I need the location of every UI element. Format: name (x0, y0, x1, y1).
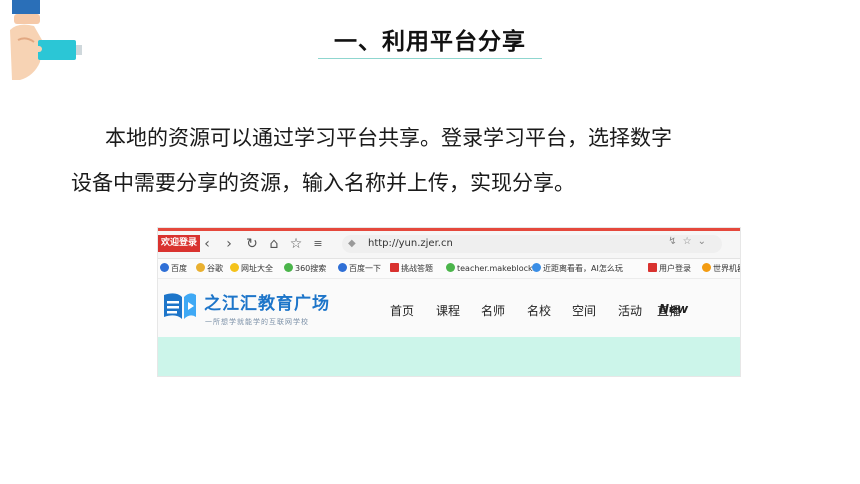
body-line-2: 设备中需要分享的资源，输入名称并上传，实现分享。 (71, 171, 575, 195)
address-bar[interactable]: ◆ http://yun.zjer.cn ↯☆⌄ (342, 235, 722, 253)
nav-teachers[interactable]: 名师 (481, 302, 505, 319)
bookmark-item[interactable]: 360搜索 (284, 262, 326, 275)
site-badge[interactable]: 欢迎登录 (158, 235, 201, 252)
back-arrow-icon[interactable]: ‹ (198, 235, 216, 253)
forward-arrow-icon[interactable]: › (220, 235, 238, 253)
bookmark-item[interactable]: teacher.makeblock.c (446, 262, 540, 275)
bookmark-item[interactable]: 挑战答题 (390, 262, 433, 275)
refresh-icon[interactable]: ↻ (243, 235, 261, 253)
globe-icon (446, 263, 455, 272)
zjer-logo-icon[interactable] (162, 291, 198, 325)
browser-screenshot: 欢迎登录 ‹ › ↻ ⌂ ☆ ≡ ◆ http://yun.zjer.cn ↯☆… (157, 227, 741, 377)
bookmark-item[interactable]: 用户登录 (648, 262, 691, 275)
body-text: 本地的资源可以通过学习平台共享。登录学习平台，选择数字 设备中需要分享的资源，输… (71, 116, 796, 206)
globe-icon (230, 263, 239, 272)
search-icon (284, 263, 293, 272)
flag-icon (390, 263, 399, 272)
slide-title: 一、利用平台分享 (334, 29, 526, 55)
title-underline (318, 58, 542, 59)
bookmark-star-icon[interactable]: ☆ (287, 235, 305, 253)
url-text: http://yun.zjer.cn (368, 238, 453, 249)
nav-space[interactable]: 空间 (572, 302, 596, 319)
site-banner (158, 337, 740, 376)
bookmark-item[interactable]: 谷歌 (196, 262, 223, 275)
paw-icon (338, 263, 347, 272)
home-icon[interactable]: ⌂ (265, 235, 283, 253)
bookmark-item[interactable]: 网址大全 (230, 262, 273, 275)
body-line-1: 本地的资源可以通过学习平台共享。登录学习平台，选择数字 (105, 126, 672, 150)
bookmark-item[interactable]: 百度一下 (338, 262, 381, 275)
browser-toolbar: 欢迎登录 ‹ › ↻ ⌂ ☆ ≡ ◆ http://yun.zjer.cn ↯☆… (158, 231, 740, 259)
nav-home[interactable]: 首页 (390, 302, 414, 319)
bookmark-item[interactable]: 世界机器 (702, 262, 740, 275)
site-name[interactable]: 之江汇教育广场 (204, 289, 330, 314)
nav-courses[interactable]: 课程 (436, 302, 460, 319)
bookmark-item[interactable]: 百度 (160, 262, 187, 275)
site-header: 之江汇教育广场 一所想学就能学的互联网学校 首页 课程 名师 名校 空间 活动 … (158, 279, 740, 337)
flag-icon (648, 263, 657, 272)
lightning-icon[interactable]: ↯ (668, 236, 682, 247)
new-badge: New (659, 302, 689, 316)
bookmarks-bar: 百度 谷歌 网址大全 360搜索 百度一下 挑战答题 teacher.makeb… (158, 259, 740, 279)
bookmark-list-icon[interactable]: ≡ (309, 235, 327, 253)
globe-icon (702, 263, 711, 272)
shield-icon: ◆ (348, 238, 356, 249)
nav-schools[interactable]: 名校 (527, 302, 551, 319)
site-slogan: 一所想学就能学的互联网学校 (205, 318, 309, 326)
bookmark-item[interactable]: 近距离看看，AI怎么玩 (532, 262, 623, 275)
nav-activities[interactable]: 活动 (618, 302, 642, 319)
globe-icon (196, 263, 205, 272)
chevron-down-icon[interactable]: ⌄ (698, 236, 712, 247)
star-icon[interactable]: ☆ (683, 236, 698, 247)
paw-icon (160, 263, 169, 272)
globe-icon (532, 263, 541, 272)
